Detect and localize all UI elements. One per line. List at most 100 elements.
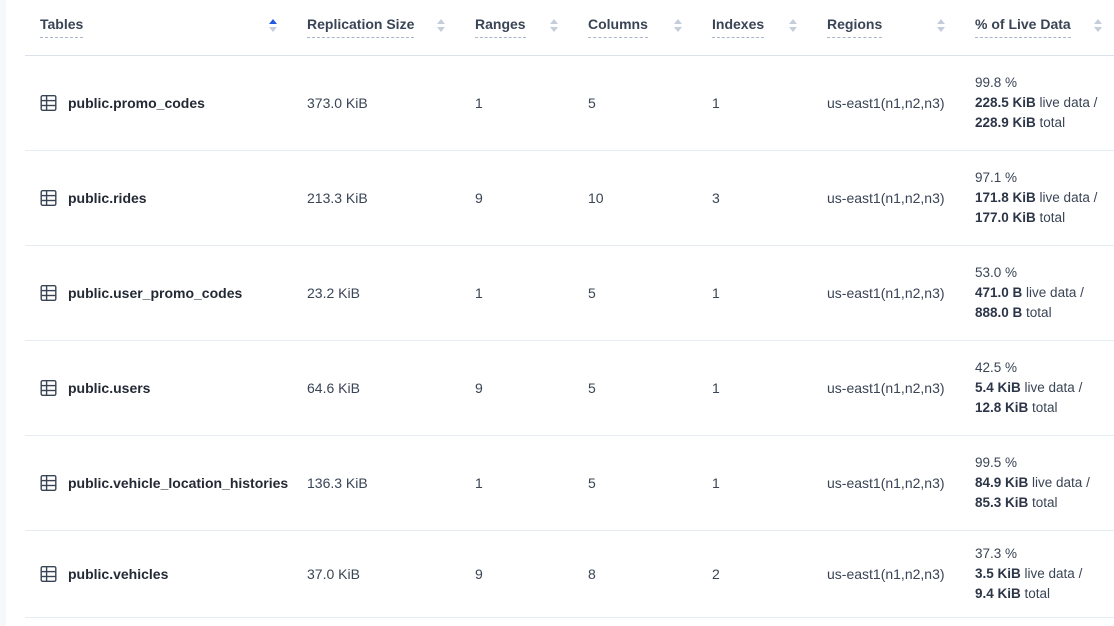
table-icon [40,189,57,207]
sort-icon [674,19,682,32]
column-label: Ranges [475,16,526,38]
live-pct: 53.0 % [975,263,1114,283]
replication-size-cell: 37.0 KiB [307,530,475,617]
regions-cell: us-east1(n1,n2,n3) [827,340,975,435]
ranges-cell: 1 [475,435,588,530]
table-name-link[interactable]: public.vehicle_location_histories [68,475,288,491]
indexes-cell: 1 [712,245,827,340]
regions-cell: us-east1(n1,n2,n3) [827,55,975,150]
table-name-cell: public.vehicles [25,530,307,617]
pct-live-data-cell: 42.5 % 5.4 KiB live data / 12.8 KiB tota… [975,340,1114,435]
live-data-line: 228.5 KiB live data / [975,93,1114,113]
ranges-cell: 9 [475,530,588,617]
column-header-columns[interactable]: Columns [588,0,712,55]
indexes-cell: 3 [712,150,827,245]
regions-cell: us-east1(n1,n2,n3) [827,435,975,530]
column-label: Regions [827,16,882,38]
columns-cell: 5 [588,245,712,340]
table-name-link[interactable]: public.user_promo_codes [68,285,242,301]
sort-icon [789,19,797,32]
tables-panel: Tables Replication Size Ranges [6,0,1114,626]
table-header-row: Tables Replication Size Ranges [25,0,1114,55]
total-data-line: 85.3 KiB total [975,493,1114,513]
pct-live-data-cell: 37.3 % 3.5 KiB live data / 9.4 KiB total [975,530,1114,617]
table-name-cell: public.promo_codes [25,55,307,150]
regions-cell: us-east1(n1,n2,n3) [827,530,975,617]
pct-live-data-cell: 97.1 % 171.8 KiB live data / 177.0 KiB t… [975,150,1114,245]
column-label: Tables [40,16,83,38]
tables-table: Tables Replication Size Ranges [25,0,1114,618]
table-name-cell: public.users [25,340,307,435]
live-data-line: 84.9 KiB live data / [975,473,1114,493]
live-data-line: 5.4 KiB live data / [975,378,1114,398]
table-icon [40,379,57,397]
indexes-cell: 1 [712,55,827,150]
table-row: public.rides 213.3 KiB 9 10 3 us-east1(n… [25,150,1114,245]
table-icon [40,565,57,583]
table-row: public.vehicle_location_histories 136.3 … [25,435,1114,530]
pct-live-data-cell: 53.0 % 471.0 B live data / 888.0 B total [975,245,1114,340]
table-name-link[interactable]: public.rides [68,190,147,206]
live-data-line: 171.8 KiB live data / [975,188,1114,208]
ranges-cell: 1 [475,55,588,150]
column-header-tables[interactable]: Tables [25,0,307,55]
ranges-cell: 9 [475,340,588,435]
columns-cell: 5 [588,435,712,530]
column-label: % of Live Data [975,16,1071,38]
table-name-cell: public.user_promo_codes [25,245,307,340]
live-pct: 42.5 % [975,358,1114,378]
pct-live-data-cell: 99.5 % 84.9 KiB live data / 85.3 KiB tot… [975,435,1114,530]
total-data-line: 177.0 KiB total [975,208,1114,228]
live-pct: 37.3 % [975,544,1114,564]
table-row: public.vehicles 37.0 KiB 9 8 2 us-east1(… [25,530,1114,617]
column-header-pct-live-data[interactable]: % of Live Data [975,0,1114,55]
table-row: public.users 64.6 KiB 9 5 1 us-east1(n1,… [25,340,1114,435]
ranges-cell: 9 [475,150,588,245]
replication-size-cell: 23.2 KiB [307,245,475,340]
column-label: Columns [588,16,648,38]
table-name-link[interactable]: public.vehicles [68,566,168,582]
column-label: Replication Size [307,16,414,38]
table-row: public.user_promo_codes 23.2 KiB 1 5 1 u… [25,245,1114,340]
sort-icon [937,19,945,32]
indexes-cell: 1 [712,435,827,530]
regions-cell: us-east1(n1,n2,n3) [827,150,975,245]
column-label: Indexes [712,16,764,38]
columns-cell: 8 [588,530,712,617]
total-data-line: 9.4 KiB total [975,584,1114,604]
table-body: public.promo_codes 373.0 KiB 1 5 1 us-ea… [25,55,1114,617]
column-header-regions[interactable]: Regions [827,0,975,55]
total-data-line: 888.0 B total [975,303,1114,323]
regions-cell: us-east1(n1,n2,n3) [827,245,975,340]
column-header-ranges[interactable]: Ranges [475,0,588,55]
table-icon [40,94,57,112]
ranges-cell: 1 [475,245,588,340]
live-pct: 97.1 % [975,168,1114,188]
table-icon [40,474,57,492]
replication-size-cell: 213.3 KiB [307,150,475,245]
sort-icon [550,19,558,32]
total-data-line: 12.8 KiB total [975,398,1114,418]
table-row: public.promo_codes 373.0 KiB 1 5 1 us-ea… [25,55,1114,150]
replication-size-cell: 373.0 KiB [307,55,475,150]
column-header-indexes[interactable]: Indexes [712,0,827,55]
replication-size-cell: 136.3 KiB [307,435,475,530]
live-data-line: 471.0 B live data / [975,283,1114,303]
table-name-cell: public.rides [25,150,307,245]
sort-icon [437,19,445,32]
columns-cell: 5 [588,55,712,150]
sort-icon [1094,19,1102,32]
live-pct: 99.5 % [975,453,1114,473]
table-name-link[interactable]: public.promo_codes [68,95,205,111]
column-header-replication-size[interactable]: Replication Size [307,0,475,55]
page: Tables Replication Size Ranges [0,0,1114,626]
table-icon [40,284,57,302]
columns-cell: 5 [588,340,712,435]
live-data-line: 3.5 KiB live data / [975,564,1114,584]
table-name-link[interactable]: public.users [68,380,150,396]
replication-size-cell: 64.6 KiB [307,340,475,435]
live-pct: 99.8 % [975,73,1114,93]
sort-asc-icon [269,19,277,32]
total-data-line: 228.9 KiB total [975,113,1114,133]
pct-live-data-cell: 99.8 % 228.5 KiB live data / 228.9 KiB t… [975,55,1114,150]
